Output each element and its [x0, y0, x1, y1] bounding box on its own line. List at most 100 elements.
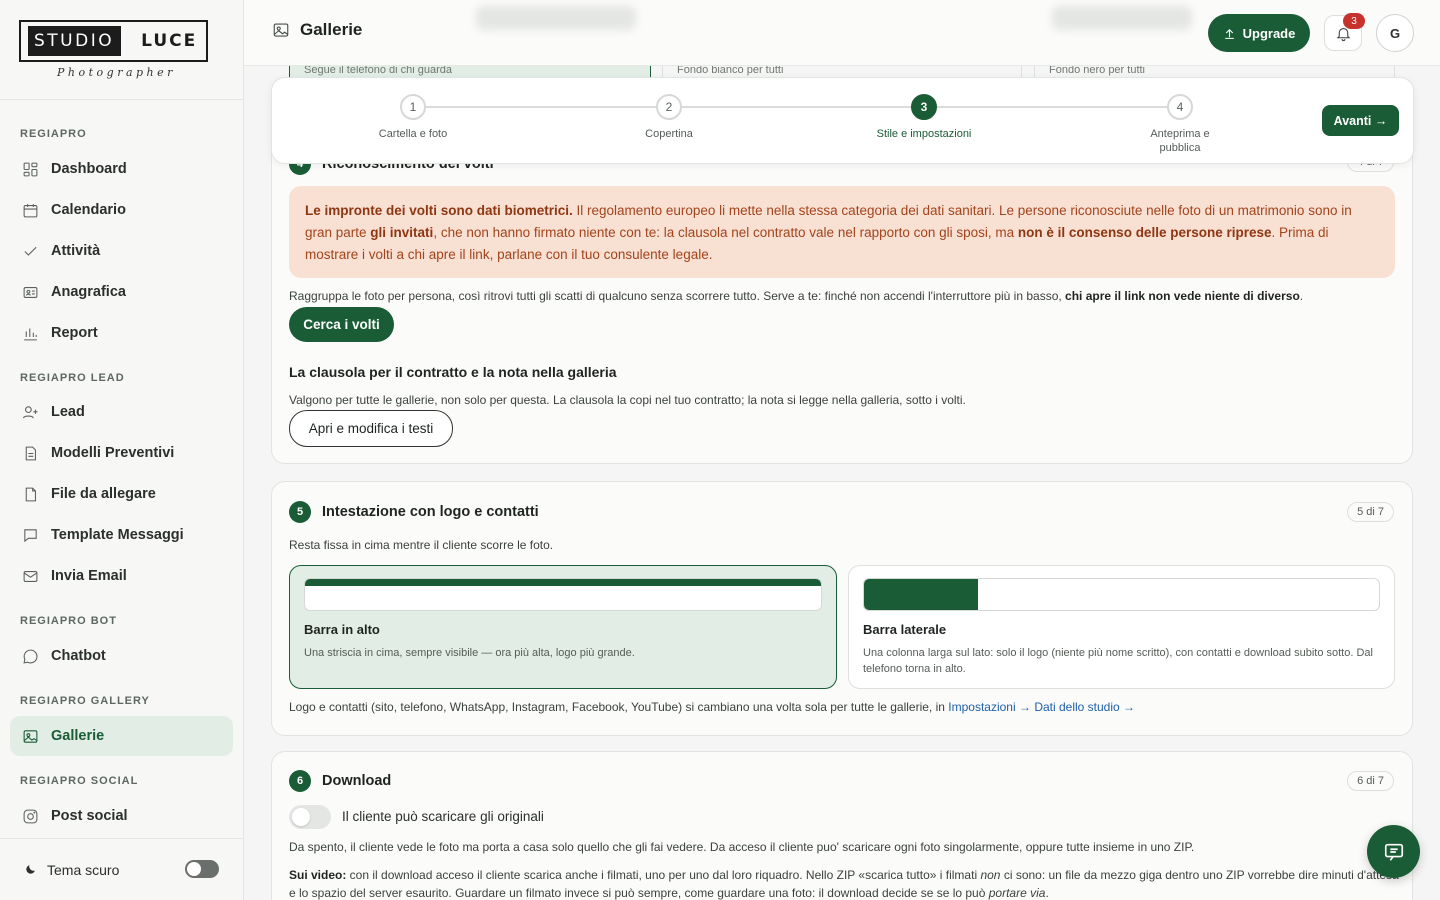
chat-bubble-icon [23, 649, 38, 664]
step-copertina[interactable]: 2 Copertina [589, 94, 749, 141]
settings-link[interactable]: Impostazioni → Dati dello studio → [948, 700, 1135, 714]
step-label: Anteprima e pubblica [1150, 128, 1210, 154]
sidebar-item-label: Modelli Preventivi [51, 445, 175, 461]
logo-luce-text: LUCE [141, 31, 198, 51]
step-dot: 3 [911, 94, 937, 120]
blurred-background [476, 6, 636, 30]
nav-section-regiapro-lead: REGIAPRO LEAD [20, 372, 125, 384]
main-content: Segue il telefono di chi guarda Fondo bi… [244, 66, 1440, 900]
nav-section-regiapro-bot: REGIAPRO BOT [20, 615, 117, 627]
edit-texts-button[interactable]: Apri e modifica i testi [289, 410, 453, 447]
sidebar-item-label: Gallerie [51, 728, 105, 744]
page-title: Gallerie [272, 20, 362, 40]
notifications-button[interactable]: 3 [1324, 13, 1365, 51]
option-side-bar[interactable]: Barra laterale Una colonna larga sul lat… [848, 565, 1395, 689]
next-button[interactable]: Avanti → [1322, 105, 1399, 136]
sidebar-item-attivita[interactable]: Attività [10, 231, 233, 271]
studio-logo[interactable]: STUDIO LUCE Photographer [0, 0, 243, 100]
dark-theme-label: Tema scuro [47, 861, 120, 878]
message-icon [24, 528, 37, 542]
sidebar-item-label: Calendario [51, 202, 126, 218]
sidebar-item-label: Invia Email [51, 568, 127, 584]
chat-button[interactable] [1367, 825, 1420, 878]
sidebar-item-label: Template Messaggi [51, 527, 184, 543]
sidebar-item-modelli-preventivi[interactable]: Modelli Preventivi [10, 433, 233, 473]
chat-icon [1384, 843, 1403, 861]
calendar-icon [23, 203, 38, 217]
wizard-stepper: 1 Cartella e foto 2 Copertina 3 Stile e … [271, 77, 1414, 164]
image-icon [23, 729, 38, 743]
sidebar-item-label: Anagrafica [51, 284, 126, 300]
option-top-bar[interactable]: Barra in alto Una striscia in cima, semp… [289, 565, 837, 689]
download-description: Da spento, il cliente vede le foto ma po… [289, 840, 1195, 854]
download-toggle-label: Il cliente può scaricare gli originali [342, 809, 544, 824]
notification-badge: 3 [1343, 13, 1365, 29]
dark-theme-toggle[interactable] [185, 860, 219, 878]
search-faces-button[interactable]: Cerca i volti [289, 307, 394, 342]
image-icon [273, 23, 289, 37]
id-card-icon [23, 286, 38, 298]
logo-box: STUDIO LUCE [19, 20, 208, 62]
dark-theme-row: Tema scuro [0, 838, 243, 900]
sidebar-item-calendario[interactable]: Calendario [10, 190, 233, 230]
step-cartella-e-foto[interactable]: 1 Cartella e foto [333, 94, 493, 141]
sidebar-item-post-social[interactable]: Post social [10, 796, 233, 836]
faces-description: Raggruppa le foto per persona, così ritr… [289, 289, 1304, 303]
sidebar-item-gallerie[interactable]: Gallerie [10, 716, 233, 756]
sidebar-item-label: Report [51, 325, 98, 341]
avatar[interactable]: G [1376, 14, 1414, 52]
moon-icon [26, 865, 35, 874]
step-dot: 1 [400, 94, 426, 120]
sidebar-item-label: Chatbot [51, 648, 106, 664]
step-label: Copertina [645, 128, 693, 140]
section-progress-badge: 6 di 7 [1347, 771, 1394, 791]
top-bar-preview [304, 578, 822, 611]
instagram-icon [23, 809, 38, 823]
step-dot: 4 [1167, 94, 1193, 120]
sidebar: STUDIO LUCE Photographer REGIAPRO Dashbo… [0, 0, 244, 900]
section-progress-badge: 5 di 7 [1347, 502, 1394, 522]
download-section-title: Download [322, 773, 392, 789]
check-icon [24, 246, 37, 256]
sidebar-item-chatbot[interactable]: Chatbot [10, 636, 233, 676]
nav-section-regiapro-gallery: REGIAPRO GALLERY [20, 695, 150, 707]
bar-chart-icon [24, 328, 37, 340]
option-title: Barra in alto [304, 622, 380, 637]
sidebar-item-dashboard[interactable]: Dashboard [10, 149, 233, 189]
page-title-text: Gallerie [300, 20, 363, 39]
step-anteprima-e-pubblica[interactable]: 4 Anteprima e pubblica [1100, 94, 1260, 155]
upgrade-button[interactable]: Upgrade [1208, 14, 1310, 52]
upgrade-label: Upgrade [1242, 25, 1296, 41]
header-contacts-note: Logo e contatti (sito, telefono, WhatsAp… [289, 700, 1136, 714]
sidebar-item-anagrafica[interactable]: Anagrafica [10, 272, 233, 312]
biometric-warning: Le impronte dei volti sono dati biometri… [289, 186, 1395, 278]
step-stile-e-impostazioni[interactable]: 3 Stile e impostazioni [844, 94, 1004, 141]
sidebar-item-file-da-allegare[interactable]: File da allegare [10, 474, 233, 514]
preview-bar [864, 579, 978, 610]
sidebar-item-label: Attività [51, 243, 101, 259]
step-dot: 2 [656, 94, 682, 120]
sidebar-item-invia-email[interactable]: Invia Email [10, 556, 233, 596]
sidebar-item-template-messaggi[interactable]: Template Messaggi [10, 515, 233, 555]
sidebar-item-label: Lead [51, 404, 85, 420]
header-section-title: Intestazione con logo e contatti [322, 504, 539, 520]
sidebar-item-report[interactable]: Report [10, 313, 233, 353]
step-label: Stile e impostazioni [876, 128, 972, 140]
option-title: Barra laterale [863, 622, 947, 637]
video-download-note: Sui video: con il download acceso il cli… [289, 868, 1399, 900]
dashboard-icon [23, 162, 38, 176]
clause-description: Valgono per tutte le gallerie, non solo … [289, 393, 966, 407]
option-description: Una colonna larga sul lato: solo il logo… [863, 647, 1373, 675]
step-number-badge: 5 [289, 501, 311, 523]
top-bar: Gallerie Upgrade 3 G [244, 0, 1440, 66]
download-toggle[interactable] [289, 805, 331, 829]
step-number-badge: 6 [289, 770, 311, 792]
sidebar-item-label: File da allegare [51, 486, 156, 502]
upload-arrow-icon [1224, 28, 1234, 39]
sidebar-item-label: Dashboard [51, 161, 127, 177]
header-section-head: 5 Intestazione con logo e contatti [289, 501, 539, 523]
option-description: Una striscia in cima, sempre visibile — … [304, 647, 635, 659]
sidebar-item-lead[interactable]: Lead [10, 392, 233, 432]
user-plus-icon [22, 405, 38, 418]
nav-section-regiapro: REGIAPRO [20, 128, 87, 140]
